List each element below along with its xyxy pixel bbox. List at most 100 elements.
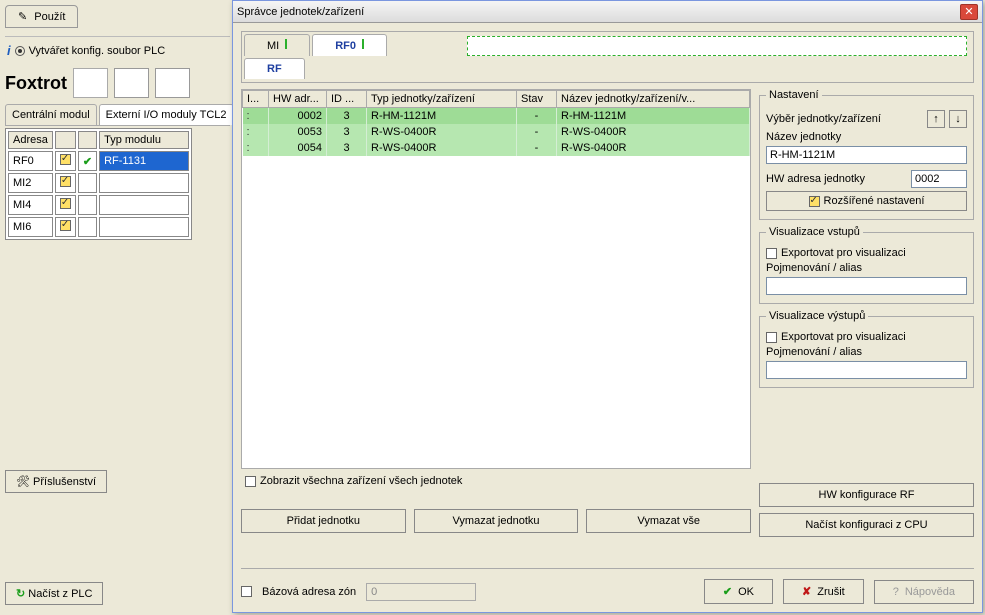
module-table: Adresa Typ modulu RF0 ✔ RF-1131 MI2 MI4 … (5, 128, 192, 240)
product-title: Foxtrot (5, 73, 67, 94)
grid-row[interactable]: : 0053 3 R-WS-0400R - R-WS-0400R (243, 124, 750, 140)
cell-addr: RF0 (8, 151, 53, 171)
cell-module (99, 173, 189, 193)
col-i[interactable]: I... (243, 91, 269, 108)
col-name[interactable]: Název jednotky/zařízení/v... (557, 91, 750, 108)
col-type[interactable]: Typ jednotky/zařízení (367, 91, 517, 108)
move-down-button[interactable]: ↓ (949, 110, 967, 128)
settings-group: Nastavení Výběr jednotky/zařízení ↑ ↓ Ná… (759, 89, 974, 220)
wand-icon: ✎ (18, 11, 27, 23)
delete-all-button[interactable]: Vymazat vše (586, 509, 751, 533)
reload-icon: ↻ (16, 588, 25, 600)
ok-label: OK (738, 586, 754, 598)
col-status[interactable]: Stav (517, 91, 557, 108)
cell-module (99, 195, 189, 215)
tab-central-module[interactable]: Centrální modul (5, 104, 97, 125)
table-row[interactable]: MI2 (8, 173, 189, 193)
table-row[interactable]: RF0 ✔ RF-1131 (8, 151, 189, 171)
cancel-button[interactable]: ✘ Zrušit (783, 579, 864, 604)
show-all-checkbox[interactable] (245, 476, 256, 487)
settings-legend: Nastavení (766, 89, 822, 101)
col-hw[interactable]: HW adr... (269, 91, 327, 108)
use-button[interactable]: ✎ Použít (5, 5, 78, 28)
col-module-type[interactable]: Typ modulu (99, 131, 189, 149)
info-icon: i (7, 43, 11, 58)
create-config-radio[interactable] (15, 46, 25, 56)
cross-icon: ✘ (802, 585, 811, 598)
alias-out-input[interactable] (766, 361, 967, 379)
cell-addr: MI2 (8, 173, 53, 193)
accessories-button[interactable]: 🛠 Příslušenství (5, 470, 107, 493)
advanced-settings-button[interactable]: Rozšířené nastavení (766, 191, 967, 211)
delete-unit-button[interactable]: Vymazat jednotku (414, 509, 579, 533)
table-row[interactable]: MI4 (8, 195, 189, 215)
module-icon-3 (155, 68, 190, 98)
grid-row[interactable]: : 0054 3 R-WS-0400R - R-WS-0400R (243, 140, 750, 156)
device-grid[interactable]: I... HW adr... ID ... Typ jednotky/zaříz… (242, 90, 750, 156)
viz-outputs-group: Visualizace výstupů Exportovat pro visua… (759, 310, 974, 388)
hw-addr-input[interactable] (911, 170, 967, 188)
help-label: Nápověda (905, 586, 955, 598)
alias-in-input[interactable] (766, 277, 967, 295)
use-button-label: Použít (34, 11, 65, 23)
add-unit-button[interactable]: Přidat jednotku (241, 509, 406, 533)
advanced-label: Rozšířené nastavení (824, 195, 925, 207)
close-button[interactable]: ✕ (960, 4, 978, 20)
alias-label: Pojmenování / alias (766, 262, 862, 274)
filter-input[interactable] (467, 36, 967, 56)
unit-manager-dialog: Správce jednotek/zařízení ✕ MI RF0 x RF … (232, 0, 983, 613)
cell-module (99, 217, 189, 237)
grid-row[interactable]: : 0002 3 R-HM-1121M - R-HM-1121M (243, 108, 750, 125)
viz-inputs-group: Visualizace vstupů Exportovat pro visual… (759, 226, 974, 304)
hw-config-rf-button[interactable]: HW konfigurace RF (759, 483, 974, 507)
tab-external-io[interactable]: Externí I/O moduly TCL2 (99, 104, 234, 125)
module-icon (73, 68, 108, 98)
config-check-icon[interactable] (60, 220, 71, 231)
tab-rf0[interactable]: RF0 (312, 34, 387, 56)
accessories-label: Příslušenství (33, 476, 96, 488)
config-check-icon[interactable] (60, 154, 71, 165)
zone-base-checkbox[interactable] (241, 586, 252, 597)
check-icon: ✔ (723, 585, 732, 598)
arrow-up-icon: ↑ (933, 113, 939, 125)
ok-check-icon: ✔ (83, 156, 92, 168)
zone-base-input (366, 583, 476, 601)
cell-module: RF-1131 (99, 151, 189, 171)
create-config-label: Vytvářet konfig. soubor PLC (29, 45, 166, 57)
export-viz-label: Exportovat pro visualizaci (781, 331, 906, 343)
zone-base-label: Bázová adresa zón (262, 586, 356, 598)
cell-addr: MI4 (8, 195, 53, 215)
move-up-button[interactable]: ↑ (927, 110, 945, 128)
cell-addr: MI6 (8, 217, 53, 237)
load-from-plc-button[interactable]: ↻ Načíst z PLC (5, 582, 103, 605)
dialog-title: Správce jednotek/zařízení (237, 6, 960, 18)
load-config-cpu-button[interactable]: Načíst konfiguraci z CPU (759, 513, 974, 537)
export-viz-label: Exportovat pro visualizaci (781, 247, 906, 259)
show-all-label: Zobrazit všechna zařízení všech jednotek (260, 475, 462, 487)
viz-outputs-legend: Visualizace výstupů (766, 310, 868, 322)
create-config-row[interactable]: i Vytvářet konfig. soubor PLC (7, 43, 230, 58)
tab-mi[interactable]: MI (244, 34, 310, 56)
viz-inputs-legend: Visualizace vstupů (766, 226, 863, 238)
tab-rf[interactable]: RF (244, 58, 305, 79)
help-button[interactable]: ? Nápověda (874, 580, 974, 604)
close-icon: ✕ (964, 5, 973, 18)
config-check-icon (809, 196, 820, 207)
module-icon-2 (114, 68, 149, 98)
col-id[interactable]: ID ... (327, 91, 367, 108)
export-viz-in-checkbox[interactable] (766, 248, 777, 259)
config-check-icon[interactable] (60, 176, 71, 187)
hw-addr-label: HW adresa jednotky (766, 173, 907, 185)
table-row[interactable]: MI6 (8, 217, 189, 237)
cancel-label: Zrušit (817, 586, 845, 598)
load-plc-label: Načíst z PLC (28, 588, 92, 600)
help-icon: ? (893, 586, 899, 598)
ok-button[interactable]: ✔ OK (704, 579, 773, 604)
col-address[interactable]: Adresa (8, 131, 53, 149)
unit-name-input[interactable] (766, 146, 967, 164)
select-unit-label: Výběr jednotky/zařízení (766, 113, 923, 125)
unit-name-label: Název jednotky (766, 131, 841, 143)
config-check-icon[interactable] (60, 198, 71, 209)
export-viz-out-checkbox[interactable] (766, 332, 777, 343)
arrow-down-icon: ↓ (955, 113, 961, 125)
